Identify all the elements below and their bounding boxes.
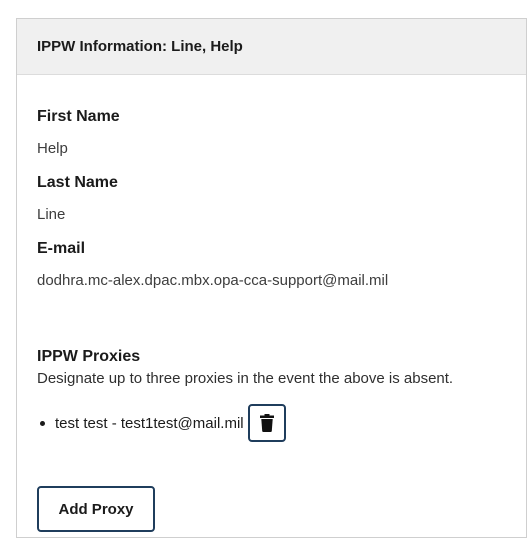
trash-icon xyxy=(259,414,274,432)
email-value: dodhra.mc-alex.dpac.mbx.opa-cca-support@… xyxy=(37,272,389,289)
panel-title: IPPW Information: Line, Help xyxy=(37,38,243,55)
proxy-list: test test - test1test@mail.mil xyxy=(37,403,514,443)
add-proxy-button[interactable]: Add Proxy xyxy=(37,486,155,532)
proxy-list-item: test test - test1test@mail.mil xyxy=(37,403,514,443)
first-name-label: First Name xyxy=(37,108,120,125)
bullet-dot xyxy=(40,420,45,426)
last-name-label: Last Name xyxy=(37,174,118,191)
delete-proxy-button[interactable] xyxy=(247,404,286,442)
email-label: E-mail xyxy=(37,240,86,257)
proxies-title: IPPW Proxies xyxy=(37,348,141,365)
panel-body: First Name Help Last Name Line E-mail do… xyxy=(17,107,526,532)
proxy-text: test test - test1test@mail.mil xyxy=(55,414,244,432)
first-name-value: Help xyxy=(37,140,68,157)
last-name-value: Line xyxy=(37,206,66,223)
proxies-description: Designate up to three proxies in the eve… xyxy=(37,370,454,387)
panel-header: IPPW Information: Line, Help xyxy=(17,19,526,75)
ippw-information-panel: IPPW Information: Line, Help First Name … xyxy=(16,18,527,538)
